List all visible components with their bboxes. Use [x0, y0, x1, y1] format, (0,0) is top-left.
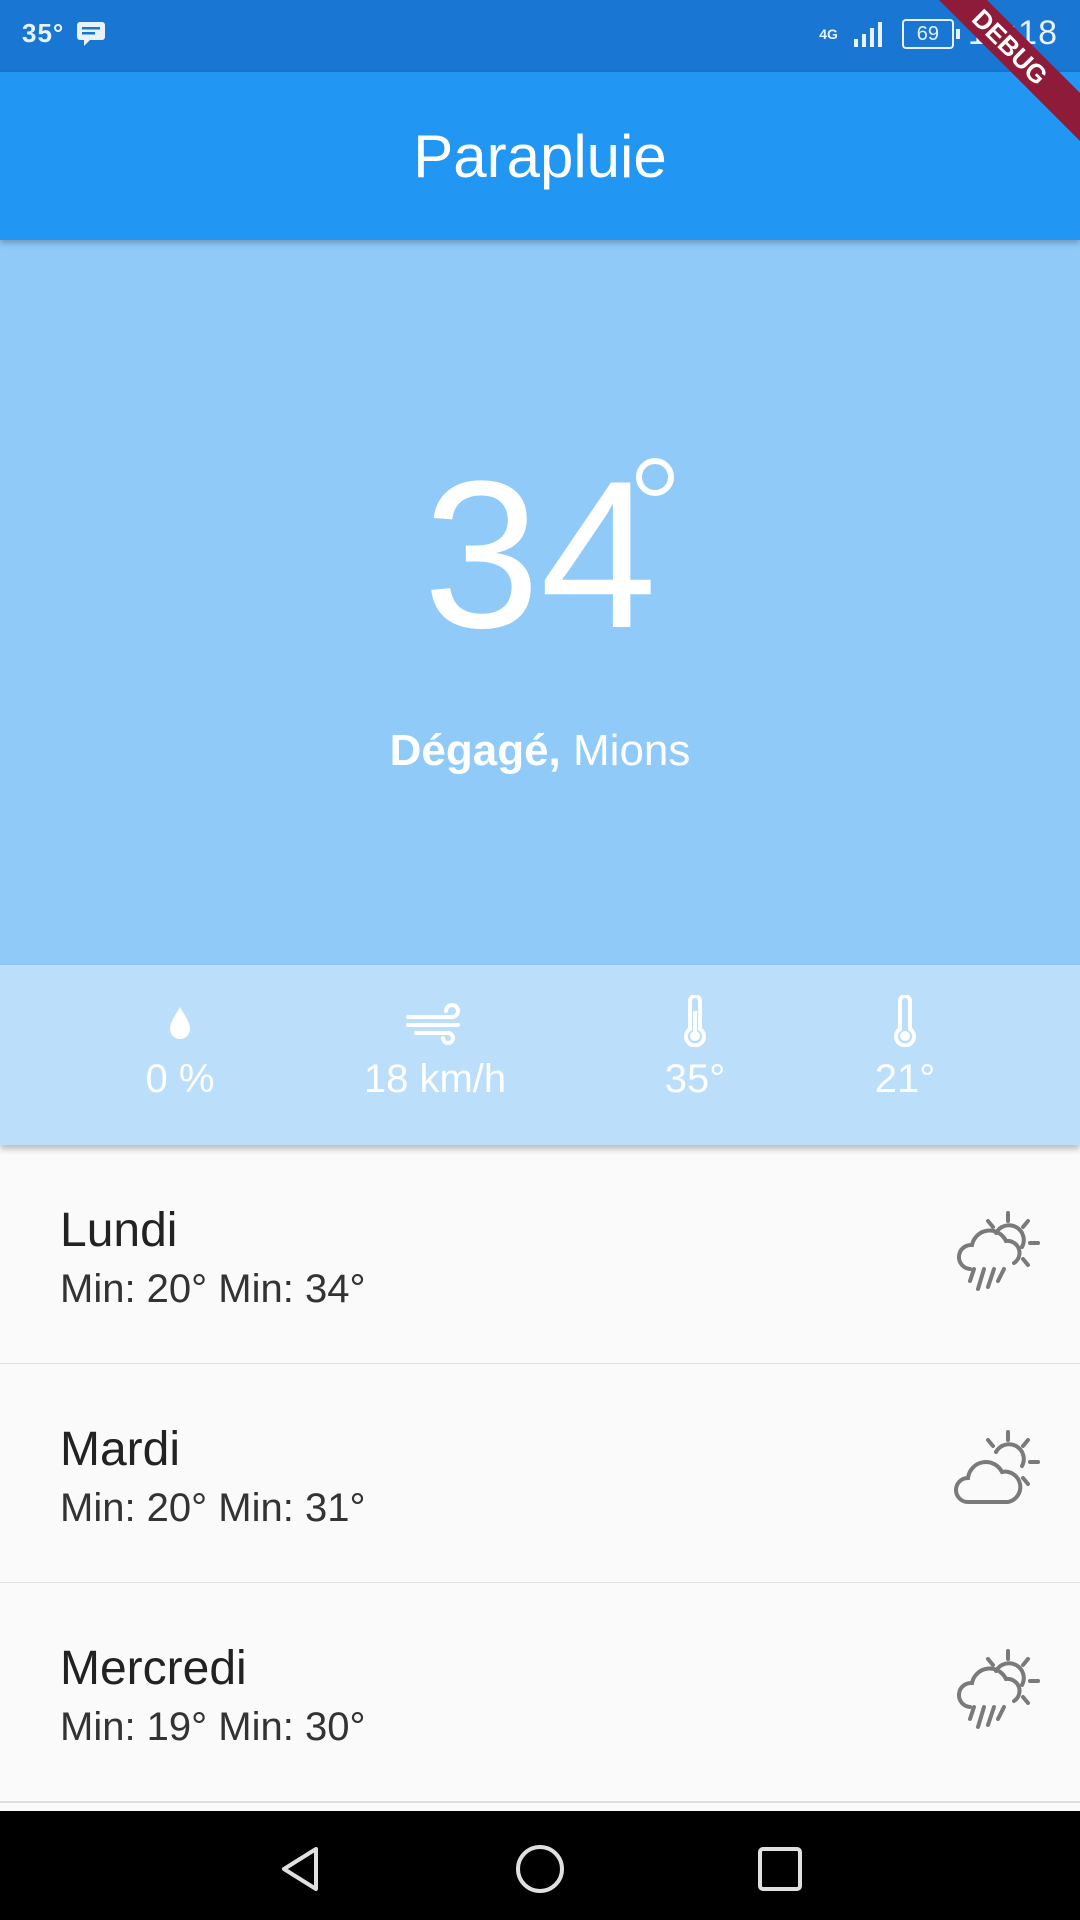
status-left: 35° — [22, 18, 106, 49]
current-location: Mions — [573, 726, 691, 775]
degree-symbol — [636, 458, 674, 496]
current-condition: Dégagé, — [389, 726, 561, 775]
home-icon[interactable] — [512, 1841, 568, 1897]
raindrop-icon — [170, 1007, 190, 1039]
stat-value: 18 km/h — [363, 1057, 507, 1101]
forecast-temps: Min: 19° Min: 30° — [60, 1705, 366, 1749]
recents-icon[interactable] — [752, 1841, 808, 1897]
app-bar: Parapluie — [0, 72, 1080, 240]
forecast-row[interactable]: Mercredi Min: 19° Min: 30° — [0, 1583, 1080, 1803]
status-temp: 35° — [22, 18, 65, 48]
partly-cloudy-icon — [954, 1430, 1040, 1504]
wind-icon — [406, 1003, 460, 1045]
rain-sun-icon — [957, 1211, 1040, 1291]
forecast-row[interactable]: Mardi Min: 20° Min: 31° — [0, 1364, 1080, 1584]
current-weather: 34 Dégagé, Mions — [0, 240, 1080, 965]
current-temperature: 34 — [423, 437, 657, 672]
stat-value: 21° — [874, 1057, 936, 1101]
stats-bar: 0 % 18 km/h 35° 21° — [0, 965, 1080, 1145]
thermometer-icon — [894, 995, 916, 1047]
forecast-temps: Min: 20° Min: 34° — [60, 1267, 366, 1311]
network-type: 4G — [819, 25, 838, 42]
system-nav-bar — [0, 1811, 1080, 1920]
stat-max-temp: 35° — [620, 995, 770, 1102]
current-condition-line: Dégagé, Mions — [0, 726, 1080, 776]
stat-value: 0 % — [145, 1057, 215, 1101]
rain-sun-icon — [957, 1649, 1040, 1729]
app-title: Parapluie — [413, 123, 667, 190]
forecast-temps: Min: 20° Min: 31° — [60, 1486, 366, 1530]
stat-value: 35° — [664, 1057, 726, 1101]
forecast-day: Lundi — [60, 1204, 178, 1257]
stat-min-temp: 21° — [830, 995, 980, 1102]
forecast-row[interactable]: Lundi Min: 20° Min: 34° — [0, 1145, 1080, 1365]
status-bar: 35° 4G 69 19:18 — [0, 0, 1080, 72]
thermometer-icon — [684, 995, 706, 1047]
signal-icon — [853, 21, 882, 47]
stat-humidity: 0 % — [100, 995, 260, 1102]
back-icon[interactable] — [272, 1841, 328, 1897]
stat-wind: 18 km/h — [340, 995, 530, 1102]
battery-icon: 69 — [901, 18, 960, 49]
forecast-day: Mercredi — [60, 1642, 247, 1695]
forecast-day: Mardi — [60, 1423, 181, 1476]
message-icon — [77, 21, 106, 46]
